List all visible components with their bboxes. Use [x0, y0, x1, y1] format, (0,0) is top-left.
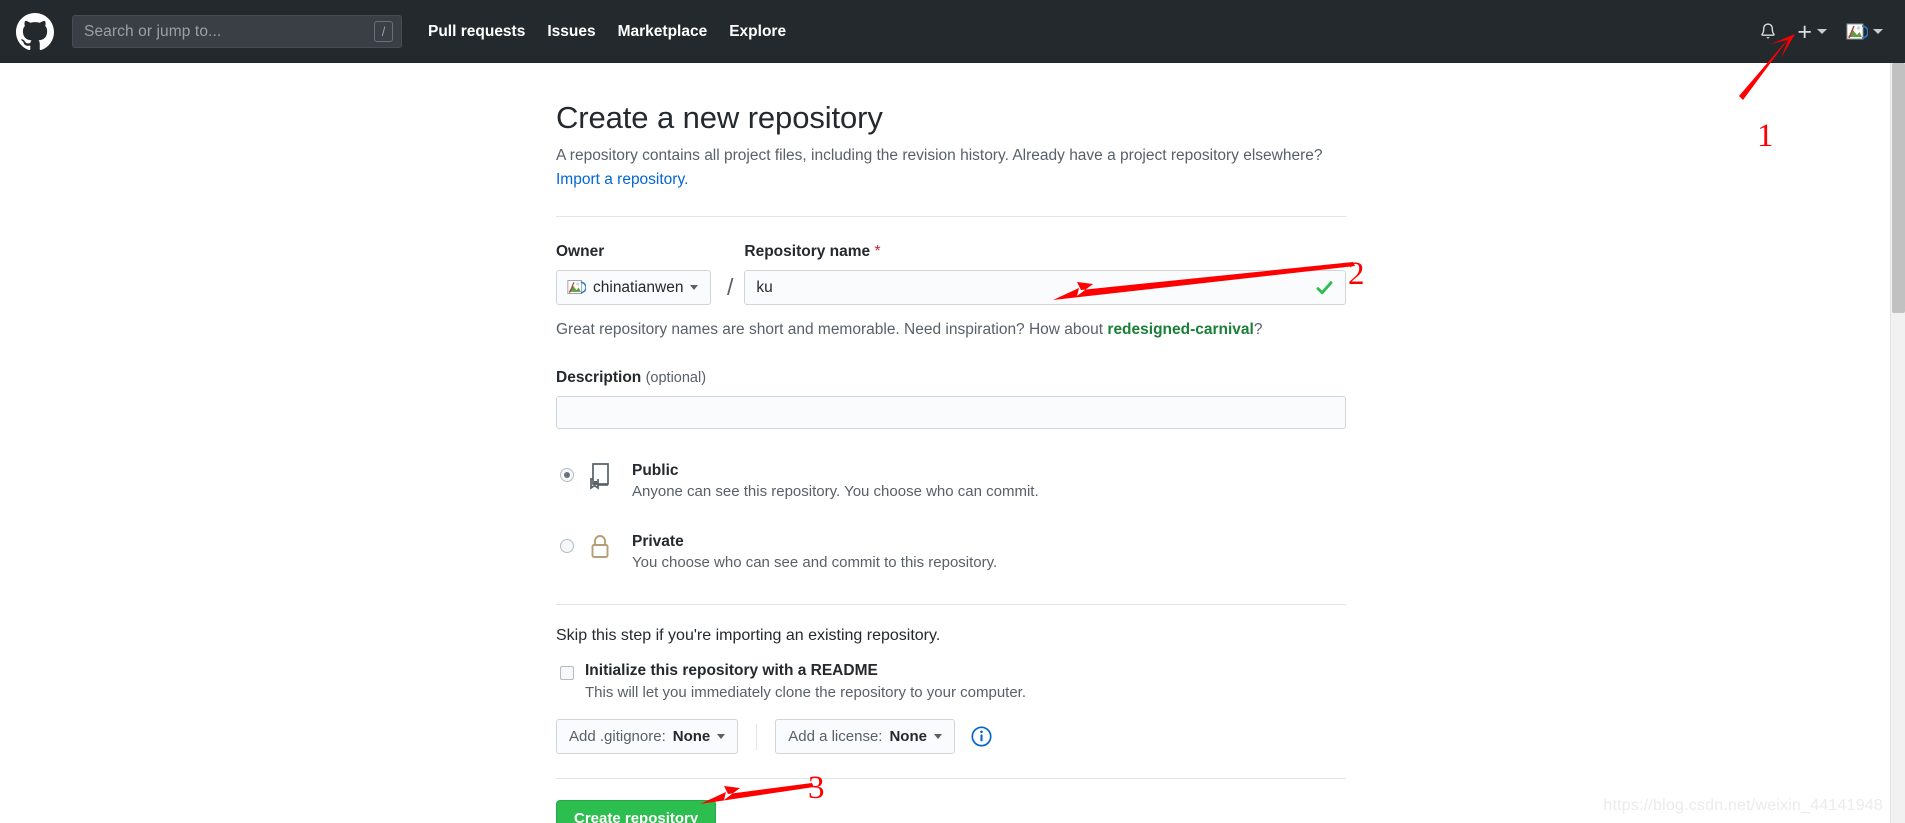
description-input[interactable] — [556, 396, 1346, 430]
owner-and-name-row: Owner chinatianwen / Repository name * k… — [556, 243, 1346, 306]
readme-description: This will let you immediately clone the … — [585, 684, 1027, 702]
page-title: Create a new repository — [556, 100, 883, 135]
repository-name-hint: Great repository names are short and mem… — [556, 321, 1346, 339]
user-avatar-menu[interactable] — [1846, 21, 1883, 43]
search-shortcut-key: / — [374, 21, 393, 42]
dropdown-separator — [756, 723, 758, 750]
initialize-readme-option[interactable]: Initialize this repository with a README… — [556, 662, 1346, 701]
owner-field: Owner chinatianwen — [556, 243, 716, 306]
divider-bottom — [556, 778, 1346, 780]
nav-item-explore[interactable]: Explore — [729, 23, 786, 41]
visibility-private-text: Private You choose who can see and commi… — [632, 533, 997, 571]
nav-item-marketplace[interactable]: Marketplace — [618, 23, 708, 41]
chevron-down-icon — [690, 285, 699, 291]
repository-name-label-text: Repository name — [744, 243, 871, 261]
template-dropdowns-row: Add .gitignore: None Add a license: None — [556, 719, 1346, 755]
broken-image-avatar-icon — [567, 278, 587, 297]
divider-middle — [556, 604, 1346, 606]
description-field: Description (optional) — [556, 369, 1346, 430]
required-marker: * — [874, 243, 881, 261]
info-circle-icon[interactable] — [971, 726, 992, 747]
owner-name-separator: / — [727, 274, 734, 301]
header-right-actions: + — [1758, 17, 1883, 46]
license-prefix: Add a license: — [788, 728, 883, 746]
description-label: Description (optional) — [556, 369, 1346, 387]
visibility-public-text: Public Anyone can see this repository. Y… — [632, 462, 1039, 500]
chevron-down-icon — [1873, 29, 1883, 34]
page-scrollbar[interactable] — [1890, 63, 1905, 823]
create-repository-button[interactable]: Create repository — [556, 800, 717, 823]
owner-label: Owner — [556, 243, 605, 261]
chevron-down-icon — [933, 734, 942, 740]
annotation-number-2: 2 — [1348, 256, 1365, 292]
search-input[interactable]: Search or jump to... / — [72, 15, 402, 48]
radio-private[interactable] — [560, 539, 574, 554]
license-dropdown[interactable]: Add a license: None — [775, 719, 955, 755]
description-label-text: Description — [556, 369, 642, 387]
visibility-option-public[interactable]: Public Anyone can see this repository. Y… — [556, 453, 1346, 509]
scrollbar-thumb[interactable] — [1892, 63, 1905, 313]
annotation-number-3: 3 — [808, 770, 825, 806]
repository-name-label: Repository name * — [744, 243, 1346, 261]
chevron-down-icon — [717, 734, 726, 740]
repository-name-field: Repository name * ku — [744, 243, 1346, 306]
repo-book-icon — [588, 462, 618, 497]
visibility-options: Public Anyone can see this repository. Y… — [556, 453, 1346, 580]
owner-name-text: chinatianwen — [593, 278, 684, 296]
owner-select-button[interactable]: chinatianwen — [556, 270, 712, 306]
gitignore-dropdown[interactable]: Add .gitignore: None — [556, 719, 739, 755]
visibility-private-description: You choose who can see and commit to thi… — [632, 554, 998, 572]
bell-icon[interactable] — [1758, 21, 1778, 43]
annotation-number-1: 1 — [1757, 118, 1774, 154]
page-subtitle: A repository contains all project files,… — [556, 144, 1346, 192]
site-header: Search or jump to... / Pull requests Iss… — [0, 0, 1905, 63]
visibility-private-title: Private — [632, 533, 684, 551]
create-repository-form: Create a new repository A repository con… — [556, 100, 1346, 823]
search-placeholder: Search or jump to... — [84, 22, 222, 40]
visibility-option-private[interactable]: Private You choose who can see and commi… — [556, 524, 1346, 580]
create-new-plus-button[interactable]: + — [1797, 17, 1827, 46]
gitignore-value: None — [672, 728, 711, 746]
skip-step-note: Skip this step if you're importing an ex… — [556, 627, 941, 645]
gitignore-prefix: Add .gitignore: — [569, 728, 666, 746]
readme-title: Initialize this repository with a README — [585, 662, 878, 680]
import-repository-link[interactable]: Import a repository. — [556, 171, 688, 188]
hint-suffix: ? — [1253, 321, 1263, 339]
readme-text-block: Initialize this repository with a README… — [585, 662, 1026, 701]
license-value: None — [889, 728, 927, 746]
chevron-down-icon — [1817, 29, 1827, 34]
github-mark-icon[interactable] — [16, 12, 54, 51]
divider-top — [556, 216, 1346, 218]
page-root: Search or jump to... / Pull requests Iss… — [0, 0, 1905, 823]
description-optional-note: (optional) — [645, 370, 707, 387]
page-subtitle-text: A repository contains all project files,… — [556, 147, 1323, 164]
readme-checkbox[interactable] — [560, 666, 574, 681]
repository-name-input[interactable]: ku — [744, 270, 1346, 306]
nav-item-issues[interactable]: Issues — [547, 23, 595, 41]
repository-name-value: ku — [756, 278, 773, 296]
suggested-name: redesigned-carnival — [1107, 321, 1254, 339]
watermark-text: https://blog.csdn.net/weixin_44141948 — [1603, 797, 1883, 814]
primary-nav: Pull requests Issues Marketplace Explore — [428, 23, 786, 41]
visibility-public-title: Public — [632, 462, 679, 480]
lock-icon — [588, 533, 618, 568]
hint-prefix: Great repository names are short and mem… — [556, 321, 1108, 339]
check-icon — [1315, 278, 1334, 297]
radio-public[interactable] — [560, 468, 574, 483]
broken-image-avatar-icon — [1846, 21, 1869, 43]
plus-icon: + — [1797, 17, 1812, 46]
visibility-public-description: Anyone can see this repository. You choo… — [632, 483, 1039, 501]
nav-item-pull-requests[interactable]: Pull requests — [428, 23, 525, 41]
